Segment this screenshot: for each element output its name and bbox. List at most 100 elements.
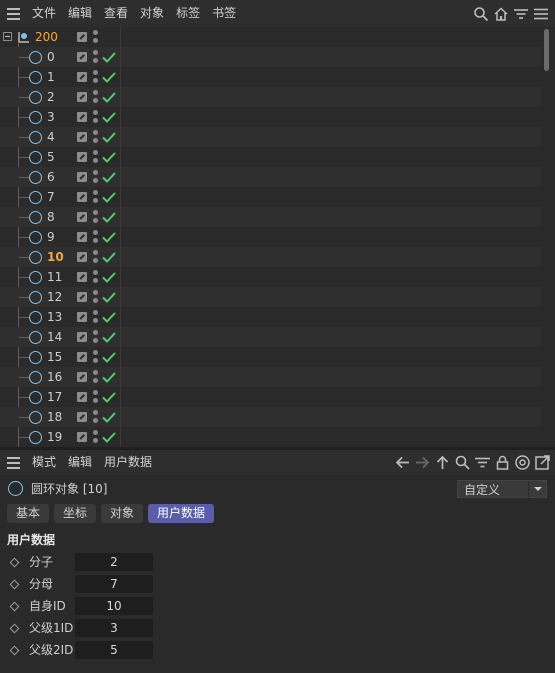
edit-icon[interactable] bbox=[77, 132, 87, 142]
tree-row[interactable]: 0 bbox=[0, 47, 541, 67]
edit-icon[interactable] bbox=[77, 92, 87, 102]
menu-view[interactable]: 查看 bbox=[98, 0, 134, 27]
tree-root-row[interactable]: 200 bbox=[0, 27, 541, 47]
tab-coordinates[interactable]: 坐标 bbox=[54, 504, 97, 523]
arrow-up-icon[interactable] bbox=[434, 454, 451, 471]
edit-icon[interactable] bbox=[77, 52, 87, 62]
scroll-thumb[interactable] bbox=[544, 29, 549, 71]
menu-tags[interactable]: 标签 bbox=[170, 0, 206, 27]
edit-icon[interactable] bbox=[77, 32, 87, 42]
tree-row[interactable]: 1 bbox=[0, 67, 541, 87]
visibility-dots-icon[interactable] bbox=[93, 289, 99, 305]
chevron-down-icon[interactable] bbox=[528, 481, 546, 497]
edit-icon[interactable] bbox=[77, 172, 87, 182]
edit-icon[interactable] bbox=[77, 292, 87, 302]
tree-row[interactable]: 10 bbox=[0, 247, 541, 267]
visibility-dots-icon[interactable] bbox=[93, 169, 99, 185]
tree-row[interactable]: 13 bbox=[0, 307, 541, 327]
check-icon[interactable] bbox=[101, 70, 117, 84]
edit-icon[interactable] bbox=[77, 312, 87, 322]
arrow-left-icon[interactable] bbox=[394, 454, 411, 471]
visibility-dots-icon[interactable] bbox=[93, 49, 99, 65]
tree-row[interactable]: 18 bbox=[0, 407, 541, 427]
tree-row[interactable]: 15 bbox=[0, 347, 541, 367]
tree-row[interactable]: 9 bbox=[0, 227, 541, 247]
visibility-dots-icon[interactable] bbox=[93, 89, 99, 105]
tree-row[interactable]: 6 bbox=[0, 167, 541, 187]
tree-scrollbar[interactable] bbox=[541, 27, 555, 447]
edit-icon[interactable] bbox=[77, 332, 87, 342]
visibility-dots-icon[interactable] bbox=[93, 109, 99, 125]
menu-bookmarks[interactable]: 书签 bbox=[206, 0, 242, 27]
menu-mode[interactable]: 模式 bbox=[26, 450, 62, 475]
tree-row[interactable]: 12 bbox=[0, 287, 541, 307]
visibility-dots-icon[interactable] bbox=[93, 309, 99, 325]
keyframe-diamond-icon[interactable] bbox=[9, 557, 20, 568]
tree-row[interactable]: 2 bbox=[0, 87, 541, 107]
check-icon[interactable] bbox=[101, 290, 117, 304]
search-icon[interactable] bbox=[473, 6, 489, 22]
menu-object[interactable]: 对象 bbox=[134, 0, 170, 27]
tree-row[interactable]: 17 bbox=[0, 387, 541, 407]
visibility-dots-icon[interactable] bbox=[93, 389, 99, 405]
visibility-dots-icon[interactable] bbox=[93, 69, 99, 85]
edit-icon[interactable] bbox=[77, 352, 87, 362]
field-value-input[interactable]: 7 bbox=[75, 575, 153, 593]
tree-row[interactable]: 4 bbox=[0, 127, 541, 147]
check-icon[interactable] bbox=[101, 270, 117, 284]
tree-row[interactable]: 14 bbox=[0, 327, 541, 347]
check-icon[interactable] bbox=[101, 370, 117, 384]
menu-user-data[interactable]: 用户数据 bbox=[98, 450, 158, 475]
edit-icon[interactable] bbox=[77, 152, 87, 162]
home-icon[interactable] bbox=[493, 6, 509, 22]
search-icon[interactable] bbox=[454, 454, 471, 471]
field-value-input[interactable]: 3 bbox=[75, 619, 153, 637]
check-icon[interactable] bbox=[101, 410, 117, 424]
visibility-dots-icon[interactable] bbox=[93, 369, 99, 385]
visibility-dots-icon[interactable] bbox=[93, 349, 99, 365]
edit-icon[interactable] bbox=[77, 192, 87, 202]
check-icon[interactable] bbox=[101, 170, 117, 184]
field-value-input[interactable]: 5 bbox=[75, 641, 153, 659]
check-icon[interactable] bbox=[101, 130, 117, 144]
field-value-input[interactable]: 2 bbox=[75, 553, 153, 571]
edit-icon[interactable] bbox=[77, 412, 87, 422]
visibility-dots-icon[interactable] bbox=[93, 29, 99, 45]
keyframe-diamond-icon[interactable] bbox=[9, 645, 20, 656]
visibility-dots-icon[interactable] bbox=[93, 329, 99, 345]
keyframe-diamond-icon[interactable] bbox=[9, 601, 20, 612]
visibility-dots-icon[interactable] bbox=[93, 189, 99, 205]
edit-icon[interactable] bbox=[77, 72, 87, 82]
check-icon[interactable] bbox=[101, 230, 117, 244]
check-icon[interactable] bbox=[101, 330, 117, 344]
keyframe-diamond-icon[interactable] bbox=[9, 623, 20, 634]
visibility-dots-icon[interactable] bbox=[93, 229, 99, 245]
tree-row[interactable]: 3 bbox=[0, 107, 541, 127]
tab-object[interactable]: 对象 bbox=[101, 504, 144, 523]
tab-basic[interactable]: 基本 bbox=[7, 504, 50, 523]
visibility-dots-icon[interactable] bbox=[93, 269, 99, 285]
tree-row[interactable]: 5 bbox=[0, 147, 541, 167]
edit-icon[interactable] bbox=[77, 212, 87, 222]
filter-icon[interactable] bbox=[474, 454, 491, 471]
check-icon[interactable] bbox=[101, 50, 117, 64]
menu-icon[interactable] bbox=[533, 6, 549, 22]
new-window-icon[interactable] bbox=[534, 454, 551, 471]
visibility-dots-icon[interactable] bbox=[93, 249, 99, 265]
check-icon[interactable] bbox=[101, 190, 117, 204]
keyframe-diamond-icon[interactable] bbox=[9, 579, 20, 590]
hamburger-menu-icon[interactable] bbox=[0, 0, 26, 27]
hamburger-menu-icon[interactable] bbox=[0, 449, 26, 476]
arrow-right-icon[interactable] bbox=[414, 454, 431, 471]
edit-icon[interactable] bbox=[77, 112, 87, 122]
target-icon[interactable] bbox=[514, 454, 531, 471]
visibility-dots-icon[interactable] bbox=[93, 209, 99, 225]
tree-row[interactable]: 11 bbox=[0, 267, 541, 287]
check-icon[interactable] bbox=[101, 390, 117, 404]
menu-edit[interactable]: 编辑 bbox=[62, 0, 98, 27]
menu-file[interactable]: 文件 bbox=[26, 0, 62, 27]
check-icon[interactable] bbox=[101, 350, 117, 364]
visibility-dots-icon[interactable] bbox=[93, 129, 99, 145]
edit-icon[interactable] bbox=[77, 252, 87, 262]
tree-row[interactable]: 7 bbox=[0, 187, 541, 207]
